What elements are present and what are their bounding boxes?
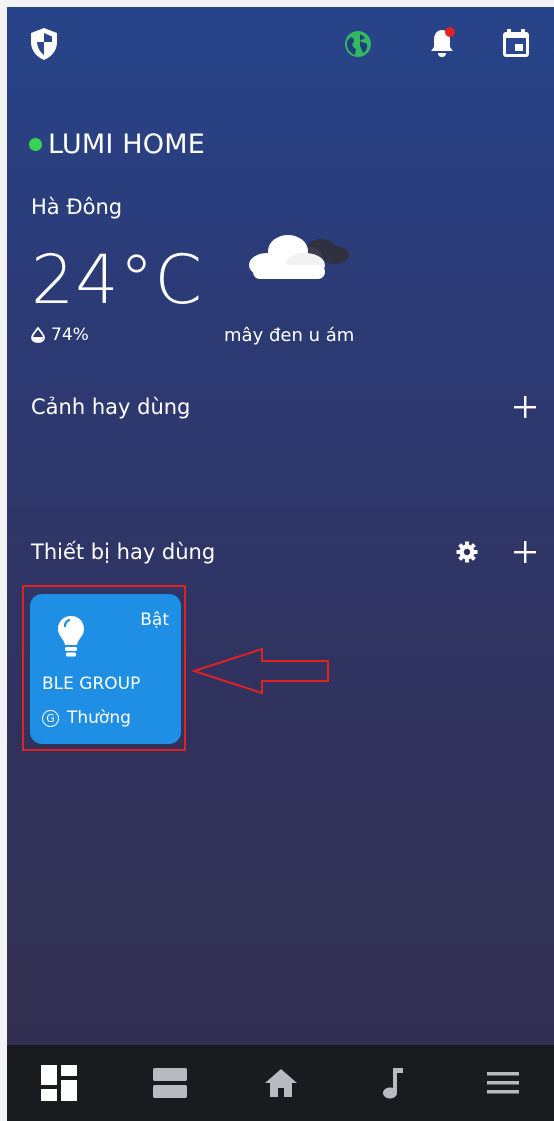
cloudy-icon <box>243 229 353 289</box>
globe-icon[interactable] <box>343 29 373 59</box>
home-title: LUMI HOME <box>29 129 205 160</box>
shield-icon[interactable] <box>29 27 59 61</box>
add-device-button[interactable] <box>513 540 537 564</box>
menu-icon <box>486 1070 520 1096</box>
nav-home[interactable] <box>241 1045 321 1121</box>
nav-music[interactable] <box>352 1045 432 1121</box>
app-screen: LUMI HOME Hà Đông 24°C 74% mây đen u ám … <box>7 7 554 1121</box>
home-name: LUMI HOME <box>48 129 206 160</box>
highlight-box <box>22 585 186 751</box>
humidity-readout: 74% <box>31 325 89 345</box>
bottom-navigation <box>7 1045 554 1121</box>
rooms-icon <box>152 1067 188 1099</box>
calendar-icon[interactable] <box>500 27 532 59</box>
weather-description: mây đen u ám <box>224 325 355 346</box>
nav-dashboard[interactable] <box>19 1045 99 1121</box>
nav-rooms[interactable] <box>130 1045 210 1121</box>
home-icon <box>263 1067 299 1099</box>
online-status-dot <box>29 138 42 151</box>
bell-icon[interactable] <box>428 26 458 60</box>
arrow-left-icon <box>192 647 332 695</box>
nav-menu[interactable] <box>463 1045 543 1121</box>
water-drop-icon <box>31 327 45 343</box>
weather-temperature: 24°C <box>31 241 204 320</box>
weather-location: Hà Đông <box>31 195 123 219</box>
scenes-section-title: Cảnh hay dùng <box>31 395 191 419</box>
add-scene-button[interactable] <box>513 395 537 419</box>
dashboard-icon <box>40 1064 78 1102</box>
devices-section-title: Thiết bị hay dùng <box>31 540 216 564</box>
music-icon <box>379 1066 405 1100</box>
settings-gear-icon[interactable] <box>455 540 479 564</box>
humidity-value: 74% <box>51 325 89 345</box>
